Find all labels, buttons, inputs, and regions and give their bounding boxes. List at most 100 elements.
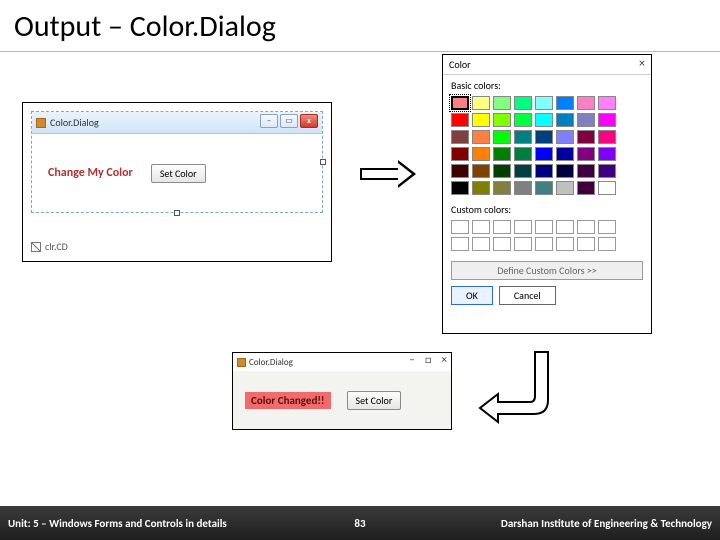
color-swatch[interactable] (451, 164, 469, 178)
color-swatch[interactable] (451, 181, 469, 195)
custom-color-slot[interactable] (535, 220, 553, 234)
color-swatch[interactable] (451, 147, 469, 161)
form-designer-window: Color.Dialog – ▭ x Change My Color Set C… (22, 102, 332, 262)
minimize-icon[interactable]: – (409, 353, 414, 366)
color-swatch[interactable] (472, 130, 490, 144)
color-swatch[interactable] (598, 164, 616, 178)
color-swatch[interactable] (493, 164, 511, 178)
minimize-button[interactable]: – (260, 114, 278, 128)
set-color-button[interactable]: Set Color (151, 164, 206, 183)
maximize-icon[interactable]: □ (425, 353, 432, 366)
close-button[interactable]: x (300, 114, 318, 128)
close-icon[interactable]: × (442, 353, 447, 366)
custom-color-slot[interactable] (451, 237, 469, 251)
custom-color-slot[interactable] (556, 220, 574, 234)
color-swatch[interactable] (556, 147, 574, 161)
color-swatch[interactable] (556, 164, 574, 178)
slide-title: Output – Color.Dialog (0, 0, 720, 52)
color-swatch[interactable] (598, 181, 616, 195)
custom-color-slot[interactable] (535, 237, 553, 251)
custom-colors-label: Custom colors: (443, 199, 651, 216)
color-swatch[interactable] (598, 113, 616, 127)
color-swatch[interactable] (598, 96, 616, 110)
custom-color-slot[interactable] (493, 220, 511, 234)
color-swatch[interactable] (556, 130, 574, 144)
color-swatch[interactable] (472, 113, 490, 127)
color-swatch[interactable] (514, 130, 532, 144)
custom-color-slot[interactable] (514, 220, 532, 234)
color-swatch[interactable] (514, 164, 532, 178)
form2-titlebar: Color.Dialog – □ × (233, 353, 451, 371)
color-swatch[interactable] (493, 130, 511, 144)
custom-color-slot[interactable] (577, 237, 595, 251)
custom-color-slot[interactable] (472, 220, 490, 234)
color-swatch[interactable] (598, 147, 616, 161)
slide-footer: Unit: 5 – Windows Forms and Controls in … (0, 506, 720, 540)
component-name: clr.CD (45, 240, 68, 253)
custom-color-slot[interactable] (514, 237, 532, 251)
color-swatch[interactable] (514, 96, 532, 110)
arrow-curve-icon (480, 352, 550, 422)
footer-page-number: 83 (330, 517, 390, 530)
color-swatch[interactable] (577, 96, 595, 110)
color-swatch[interactable] (472, 147, 490, 161)
form-icon (237, 358, 246, 367)
color-swatch[interactable] (598, 130, 616, 144)
color-swatch[interactable] (535, 130, 553, 144)
form-designer-selection: Color.Dialog – ▭ x Change My Color Set C… (31, 111, 323, 213)
form2-title-text: Color.Dialog (249, 357, 293, 368)
custom-colors-grid (443, 216, 651, 259)
color-swatch[interactable] (451, 96, 469, 110)
color-swatch[interactable] (556, 181, 574, 195)
footer-org: Darshan Institute of Engineering & Techn… (390, 517, 720, 530)
maximize-button[interactable]: ▭ (280, 114, 298, 128)
form2-client-area: Color Changed!! Set Color (233, 371, 451, 429)
resize-handle-right[interactable] (320, 159, 326, 165)
color-swatch[interactable] (493, 96, 511, 110)
color-swatch[interactable] (556, 96, 574, 110)
slide-content: Color.Dialog – ▭ x Change My Color Set C… (0, 52, 720, 492)
color-dialog-title: Color (449, 58, 471, 71)
color-swatch[interactable] (493, 147, 511, 161)
set-color-button[interactable]: Set Color (347, 391, 402, 410)
color-swatch[interactable] (451, 130, 469, 144)
custom-color-slot[interactable] (598, 237, 616, 251)
cancel-button[interactable]: Cancel (499, 286, 556, 305)
color-swatch[interactable] (472, 181, 490, 195)
custom-color-slot[interactable] (472, 237, 490, 251)
define-custom-colors-button[interactable]: Define Custom Colors >> (451, 261, 643, 280)
color-swatch[interactable] (577, 147, 595, 161)
color-dialog-buttons: OK Cancel (443, 286, 651, 313)
custom-color-slot[interactable] (598, 220, 616, 234)
custom-color-slot[interactable] (493, 237, 511, 251)
color-swatch[interactable] (493, 181, 511, 195)
color-swatch[interactable] (535, 181, 553, 195)
color-swatch[interactable] (577, 181, 595, 195)
color-swatch[interactable] (577, 130, 595, 144)
color-swatch[interactable] (577, 113, 595, 127)
color-swatch[interactable] (514, 147, 532, 161)
color-swatch[interactable] (535, 164, 553, 178)
arrow-right-icon (360, 162, 420, 188)
color-swatch[interactable] (472, 96, 490, 110)
basic-colors-grid (443, 92, 651, 199)
color-swatch[interactable] (535, 96, 553, 110)
close-icon[interactable]: × (639, 57, 645, 71)
color-swatch[interactable] (535, 113, 553, 127)
color-swatch[interactable] (451, 113, 469, 127)
custom-color-slot[interactable] (451, 220, 469, 234)
color-swatch[interactable] (493, 113, 511, 127)
color-swatch[interactable] (577, 164, 595, 178)
resize-handle-bottom[interactable] (174, 210, 180, 216)
basic-colors-label: Basic colors: (443, 75, 651, 92)
color-swatch[interactable] (472, 164, 490, 178)
custom-color-slot[interactable] (577, 220, 595, 234)
ok-button[interactable]: OK (451, 286, 493, 305)
custom-color-slot[interactable] (556, 237, 574, 251)
color-swatch[interactable] (535, 147, 553, 161)
color-swatch[interactable] (514, 113, 532, 127)
colordialog-component-icon (31, 242, 41, 252)
color-swatch[interactable] (514, 181, 532, 195)
change-color-label: Change My Color (48, 166, 133, 180)
color-swatch[interactable] (556, 113, 574, 127)
